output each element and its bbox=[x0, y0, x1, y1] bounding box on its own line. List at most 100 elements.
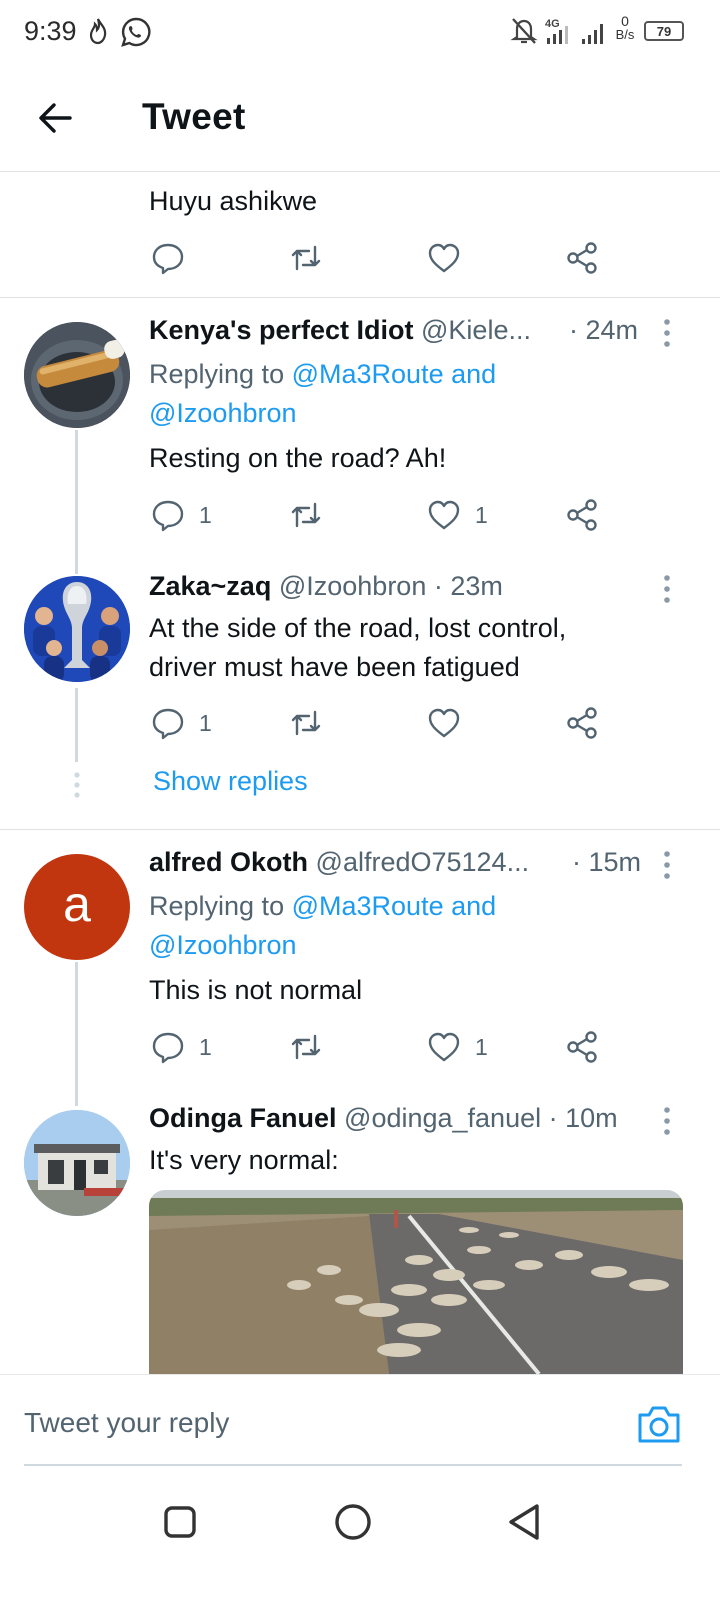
tweet-actions bbox=[149, 238, 609, 278]
thread-line bbox=[75, 430, 78, 574]
thread-line bbox=[75, 688, 78, 762]
like-button[interactable] bbox=[427, 238, 461, 278]
battery-icon: 79 bbox=[644, 21, 684, 41]
page-title: Tweet bbox=[142, 96, 246, 137]
tweet-time: · 15m bbox=[572, 847, 642, 877]
author-name[interactable]: Kenya's perfect Idiot bbox=[149, 315, 414, 345]
reply-count: 1 bbox=[199, 709, 212, 736]
avatar-image bbox=[24, 1110, 130, 1216]
like-icon bbox=[428, 1032, 460, 1062]
back-arrow-icon[interactable] bbox=[34, 96, 78, 140]
reply-button[interactable]: 1 bbox=[151, 703, 212, 743]
show-replies-link[interactable]: Show replies bbox=[153, 766, 308, 797]
share-button[interactable] bbox=[565, 703, 599, 743]
reply-button[interactable]: 1 bbox=[151, 1027, 212, 1067]
share-icon bbox=[567, 499, 597, 531]
replying-to: Replying to @Ma3Route and @Izoohbron bbox=[149, 891, 497, 960]
mention-link[interactable]: @Izoohbron bbox=[149, 930, 297, 960]
avatar[interactable] bbox=[24, 1110, 130, 1216]
like-button[interactable]: 1 bbox=[427, 1027, 488, 1067]
reply-button[interactable]: 1 bbox=[151, 495, 212, 535]
tweet-text: This is not normal bbox=[149, 975, 363, 1005]
share-icon bbox=[567, 242, 597, 274]
author-handle[interactable]: @Kiele... bbox=[421, 315, 531, 345]
retweet-button[interactable] bbox=[289, 495, 323, 535]
nav-recents-icon[interactable] bbox=[158, 1500, 202, 1544]
author-handle[interactable]: @odinga_fanuel bbox=[344, 1103, 541, 1133]
share-icon bbox=[567, 1031, 597, 1063]
like-icon bbox=[428, 243, 460, 273]
avatar[interactable]: a bbox=[24, 854, 130, 960]
mention-link[interactable]: @Ma3Route and bbox=[292, 359, 497, 389]
retweet-icon bbox=[291, 245, 321, 271]
signal-4g-icon: 4G bbox=[545, 18, 568, 44]
more-icon[interactable] bbox=[660, 1106, 674, 1136]
tweet-header: Zaka~zaq @Izoohbron · 23m bbox=[149, 571, 503, 602]
share-icon bbox=[567, 707, 597, 739]
whatsapp-icon bbox=[121, 17, 151, 47]
tweet-header: Kenya's perfect Idiot @Kiele... bbox=[149, 315, 531, 346]
retweet-button[interactable] bbox=[289, 1027, 323, 1067]
like-count: 1 bbox=[475, 1033, 488, 1060]
net-speed: 0 B/s bbox=[615, 13, 635, 42]
retweet-icon bbox=[291, 1034, 321, 1060]
author-name[interactable]: alfred Okoth bbox=[149, 847, 308, 877]
mention-link[interactable]: @Izoohbron bbox=[149, 398, 297, 428]
like-count: 1 bbox=[475, 501, 488, 528]
thread-dots-icon bbox=[74, 772, 80, 798]
mention-link[interactable]: @Ma3Route and bbox=[292, 891, 497, 921]
retweet-button[interactable] bbox=[289, 703, 323, 743]
avatar-image bbox=[24, 576, 130, 682]
replying-to: Replying to @Ma3Route and @Izoohbron bbox=[149, 359, 497, 428]
tweet-text: It's very normal: bbox=[149, 1145, 339, 1175]
retweet-icon bbox=[291, 710, 321, 736]
camera-icon[interactable] bbox=[636, 1403, 682, 1445]
status-time: 9:39 bbox=[24, 16, 77, 46]
avatar[interactable] bbox=[24, 576, 130, 682]
flame-icon bbox=[89, 18, 107, 45]
tweet-text: Resting on the road? Ah! bbox=[149, 443, 447, 473]
tweet-text: At the side of the road, lost control, d… bbox=[149, 613, 567, 682]
share-button[interactable] bbox=[565, 238, 599, 278]
status-bar: 9:39 4G 0 B/s 79 bbox=[0, 0, 720, 66]
tweet-time: · 10m bbox=[548, 1103, 618, 1133]
reply-count: 1 bbox=[199, 1033, 212, 1060]
signal-bars-icon bbox=[582, 24, 603, 44]
share-button[interactable] bbox=[565, 495, 599, 535]
avatar[interactable] bbox=[24, 322, 130, 428]
author-name[interactable]: Zaka~zaq bbox=[149, 571, 271, 601]
nav-back-icon[interactable] bbox=[503, 1500, 547, 1544]
divider bbox=[0, 829, 720, 830]
top-app-bar: Tweet bbox=[0, 66, 720, 172]
share-button[interactable] bbox=[565, 1027, 599, 1067]
nav-home-icon[interactable] bbox=[331, 1500, 375, 1544]
like-icon bbox=[428, 708, 460, 738]
author-handle[interactable]: @Izoohbron bbox=[279, 571, 427, 601]
tweet-actions: 1 1 bbox=[149, 495, 609, 535]
reply-button[interactable] bbox=[151, 238, 185, 278]
more-icon[interactable] bbox=[660, 574, 674, 604]
tweet-time: · 23m bbox=[433, 571, 503, 601]
reply-icon bbox=[152, 500, 184, 532]
like-button[interactable] bbox=[427, 703, 461, 743]
system-nav-bar bbox=[0, 1472, 720, 1600]
tweet-header: Odinga Fanuel @odinga_fanuel · 10m bbox=[149, 1103, 618, 1134]
mute-bell-icon bbox=[510, 18, 538, 44]
like-icon bbox=[428, 500, 460, 530]
tweet-actions: 1 bbox=[149, 703, 609, 743]
tweet-text: Huyu ashikwe bbox=[149, 186, 318, 216]
author-handle[interactable]: @alfredO75124... bbox=[316, 847, 530, 877]
like-button[interactable]: 1 bbox=[427, 495, 488, 535]
retweet-button[interactable] bbox=[289, 238, 323, 278]
road-photo bbox=[149, 1190, 683, 1374]
tweet-media-image[interactable] bbox=[149, 1190, 683, 1374]
composer-underline bbox=[24, 1464, 682, 1466]
author-name[interactable]: Odinga Fanuel bbox=[149, 1103, 337, 1133]
more-icon[interactable] bbox=[660, 850, 674, 880]
reply-icon bbox=[152, 1032, 184, 1064]
tweet-header: alfred Okoth @alfredO75124... bbox=[149, 847, 529, 878]
more-icon[interactable] bbox=[660, 318, 674, 348]
svg-text:4G: 4G bbox=[545, 18, 560, 30]
tweet-actions: 1 1 bbox=[149, 1027, 609, 1067]
reply-input[interactable]: Tweet your reply bbox=[24, 1407, 229, 1439]
